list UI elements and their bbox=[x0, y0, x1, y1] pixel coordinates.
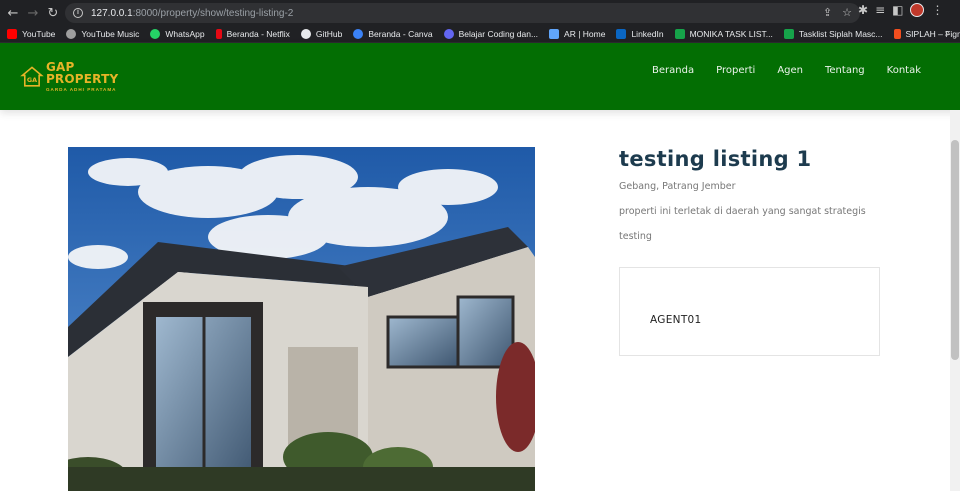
bookmark-label: MONIKA TASK LIST... bbox=[689, 28, 773, 39]
sheets-icon bbox=[674, 28, 685, 39]
share-icon[interactable]: ⇪ bbox=[823, 6, 832, 19]
netflix-icon bbox=[215, 28, 222, 39]
bookmark-label: Beranda - Canva bbox=[368, 28, 433, 39]
bookmark-belajar-coding[interactable]: Belajar Coding dan... bbox=[443, 28, 539, 39]
bookmark-youtube-music[interactable]: YouTube Music bbox=[66, 28, 140, 39]
bookmark-label: WhatsApp bbox=[165, 28, 205, 39]
bookmark-label: YouTube bbox=[22, 28, 56, 39]
url-host: 127.0.0.1 bbox=[91, 7, 133, 19]
bookmark-tasklist-siplah[interactable]: Tasklist Siplah Masc... bbox=[783, 28, 883, 39]
bookmark-label: YouTube Music bbox=[81, 28, 140, 39]
browser-toolbar: ← → ↻ i 127.0.0.1:8000/property/show/tes… bbox=[0, 0, 960, 25]
property-location: Gebang, Patrang Jember bbox=[619, 181, 736, 192]
bookmark-whatsapp[interactable]: WhatsApp bbox=[150, 28, 205, 39]
back-arrow-icon[interactable]: ← bbox=[3, 3, 23, 23]
nav-properti[interactable]: Properti bbox=[716, 65, 755, 76]
house-logo-icon: GA bbox=[20, 66, 44, 87]
bookmark-monika-task[interactable]: MONIKA TASK LIST... bbox=[674, 28, 773, 39]
linkedin-icon bbox=[616, 28, 627, 39]
bookmark-siplah-figma[interactable]: SIPLAH – Figma bbox=[893, 28, 960, 39]
url-path: :8000/property/show/testing-listing-2 bbox=[132, 7, 294, 19]
bookmark-ar-home[interactable]: AR | Home bbox=[549, 28, 606, 39]
reload-icon[interactable]: ↻ bbox=[43, 3, 63, 23]
logo-title: GAP PROPERTY bbox=[45, 60, 119, 87]
whatsapp-icon bbox=[150, 28, 161, 39]
bookmark-label: AR | Home bbox=[564, 28, 606, 39]
property-details: testing listing 1 Gebang, Patrang Jember… bbox=[619, 147, 866, 242]
property-extra-text: testing bbox=[619, 231, 652, 242]
side-panel-icon[interactable]: ◧ bbox=[892, 3, 903, 17]
nav-kontak[interactable]: Kontak bbox=[887, 65, 921, 76]
coding-icon bbox=[443, 28, 454, 39]
main-nav: Beranda Properti Agen Tentang Kontak bbox=[652, 65, 921, 76]
bookmark-label: Beranda - Netflix bbox=[226, 28, 290, 39]
site-header: GA GAP PROPERTY GARDA ADHI PRATAMA Beran… bbox=[0, 43, 960, 110]
canva-icon bbox=[353, 28, 364, 39]
agent-card: AGENT01 bbox=[619, 267, 880, 356]
github-icon bbox=[300, 28, 311, 39]
agent-name[interactable]: AGENT01 bbox=[650, 314, 702, 326]
bookmark-star-icon[interactable]: ☆ bbox=[842, 6, 852, 19]
bookmark-linkedin[interactable]: LinkedIn bbox=[616, 28, 664, 39]
bookmark-label: Belajar Coding dan... bbox=[458, 28, 539, 39]
logo-subtitle: GARDA ADHI PRATAMA bbox=[45, 87, 117, 93]
scrollbar-thumb[interactable] bbox=[951, 140, 959, 360]
bookmark-label: LinkedIn bbox=[631, 28, 664, 39]
bookmark-label: SIPLAH – Figma bbox=[905, 28, 960, 39]
property-photo bbox=[68, 147, 535, 491]
menu-kebab-icon[interactable]: ⋮ bbox=[931, 3, 943, 17]
site-info-icon[interactable]: i bbox=[73, 8, 83, 18]
bookmark-label: Tasklist Siplah Masc... bbox=[798, 28, 883, 39]
bookmark-github[interactable]: GitHub bbox=[300, 28, 343, 39]
reading-list-icon[interactable]: ≡ bbox=[875, 3, 885, 17]
nav-agen[interactable]: Agen bbox=[777, 65, 803, 76]
property-title: testing listing 1 bbox=[619, 147, 812, 171]
bookmarks-overflow-button[interactable]: » bbox=[944, 28, 950, 39]
bookmarks-bar: YouTube YouTube Music WhatsApp Beranda -… bbox=[0, 25, 960, 43]
extensions-icon[interactable]: ✱ bbox=[858, 3, 868, 17]
youtube-music-icon bbox=[66, 28, 77, 39]
profile-avatar[interactable] bbox=[910, 3, 925, 17]
bookmark-label: GitHub bbox=[315, 28, 343, 39]
address-bar[interactable]: i 127.0.0.1:8000/property/show/testing-l… bbox=[65, 3, 860, 23]
page-scrollbar[interactable] bbox=[950, 110, 960, 491]
property-description: properti ini terletak di daerah yang san… bbox=[619, 206, 866, 217]
nav-tentang[interactable]: Tentang bbox=[825, 65, 865, 76]
figma-icon bbox=[893, 28, 901, 39]
sheets-icon bbox=[783, 28, 794, 39]
svg-text:GA: GA bbox=[27, 76, 37, 84]
bookmark-netflix[interactable]: Beranda - Netflix bbox=[215, 28, 290, 39]
ar-icon bbox=[549, 28, 560, 39]
nav-beranda[interactable]: Beranda bbox=[652, 65, 694, 76]
youtube-icon bbox=[7, 28, 17, 39]
bookmark-youtube[interactable]: YouTube bbox=[7, 28, 56, 39]
site-logo[interactable]: GA GAP PROPERTY GARDA ADHI PRATAMA bbox=[20, 60, 130, 94]
forward-arrow-icon[interactable]: → bbox=[23, 3, 43, 23]
house-photo-illustration bbox=[68, 147, 535, 491]
bookmark-canva[interactable]: Beranda - Canva bbox=[353, 28, 433, 39]
